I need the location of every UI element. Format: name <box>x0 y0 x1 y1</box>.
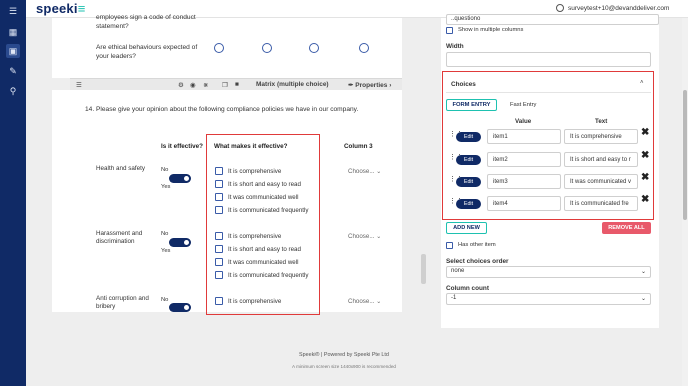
choices-order-select[interactable]: none ⌄ <box>446 266 651 278</box>
toggle-yes-label: Yes <box>161 248 171 254</box>
logic-icon[interactable]: ⋇ <box>203 81 208 89</box>
select-value: Choose... <box>348 168 375 175</box>
has-other-item-label: Has other item <box>458 242 496 248</box>
question-type-label[interactable]: Matrix (multiple choice) <box>256 81 329 88</box>
question-toolbar: ☰ ⚙ ◉ ⋇ ❐ ■ Matrix (multiple choice) ✒ P… <box>70 78 402 90</box>
user-icon <box>556 4 564 12</box>
properties-button[interactable]: ✒ Properties › <box>348 81 391 89</box>
copy-icon[interactable]: ❐ <box>222 81 228 89</box>
radio-option[interactable] <box>359 43 369 53</box>
footer-copyright: Speeki® | Powered by Speeki Pte Ltd <box>299 352 389 358</box>
radio-option[interactable] <box>214 43 224 53</box>
logo-text: speeki <box>36 1 78 16</box>
width-label: Width <box>446 43 464 50</box>
highlight-outline <box>442 71 654 220</box>
chevron-down-icon: ⌄ <box>376 233 382 240</box>
column-count-value: -1 <box>451 295 457 301</box>
user-menu[interactable]: surveytest+10@devanddeliver.com <box>556 4 669 12</box>
edit-icon[interactable]: ✎ <box>6 64 20 78</box>
toggle-yes-label: Yes <box>161 184 171 190</box>
question-number: 14. <box>85 106 95 113</box>
add-new-button[interactable]: ADD NEW <box>446 222 487 234</box>
toggle-no-label: No <box>161 297 169 303</box>
scrollbar-thumb[interactable] <box>683 90 687 220</box>
toggle-no-label: No <box>161 167 169 173</box>
previous-question-text: Are ethical behaviours expected of your … <box>96 44 198 60</box>
question-title: Please give your opinion about the follo… <box>96 106 359 113</box>
remove-all-button[interactable]: REMOVE ALL <box>602 222 651 234</box>
show-multiple-columns-checkbox[interactable] <box>446 27 453 34</box>
select-value: Choose... <box>348 298 375 305</box>
delete-icon[interactable]: ■ <box>235 81 239 88</box>
yes-no-toggle[interactable] <box>169 303 191 312</box>
visibility-icon[interactable]: ◉ <box>190 81 196 89</box>
highlight-outline <box>206 134 320 315</box>
footer-screen-notice: A minimum screen size 1440x900 is recomm… <box>292 364 396 369</box>
user-email: surveytest+10@devanddeliver.com <box>568 4 670 12</box>
app-logo[interactable]: speeki≡ <box>36 1 85 16</box>
yes-no-toggle[interactable] <box>169 174 191 183</box>
select-value: Choose... <box>348 233 375 240</box>
panel-resize-handle[interactable] <box>421 254 426 284</box>
drag-handle-icon[interactable]: ☰ <box>76 81 82 89</box>
radio-option[interactable] <box>262 43 272 53</box>
previous-question-tail: employees sign a code of conduct stateme… <box>96 14 196 30</box>
dashboard-icon[interactable]: ▦ <box>6 25 20 39</box>
has-other-item-checkbox[interactable] <box>446 242 453 249</box>
row-label: Health and safety <box>96 165 146 172</box>
column-header-3: Column 3 <box>344 143 373 150</box>
properties-label: Properties <box>355 82 388 89</box>
choices-order-value: none <box>451 268 465 274</box>
top-select[interactable]: ..questiono <box>446 14 659 25</box>
row-label: Anti corruption and bribery <box>96 295 149 310</box>
column-header-effective: Is it effective? <box>161 143 203 150</box>
top-select-value: ..questiono <box>451 16 481 22</box>
chevron-down-icon: ⌄ <box>376 168 382 175</box>
toggle-no-label: No <box>161 231 169 237</box>
width-input[interactable] <box>446 52 651 67</box>
column3-select[interactable]: Choose... ⌄ <box>348 168 381 175</box>
radio-option[interactable] <box>309 43 319 53</box>
settings-icon[interactable]: ⚙ <box>178 81 184 89</box>
show-multiple-columns-label: Show in multiple columns <box>458 27 524 33</box>
yes-no-toggle[interactable] <box>169 238 191 247</box>
chevron-down-icon: ⌄ <box>640 269 646 275</box>
logo-mark-icon: ≡ <box>77 1 86 16</box>
choices-order-label: Select choices order <box>446 258 509 265</box>
column3-select[interactable]: Choose... ⌄ <box>348 233 381 240</box>
left-nav: ☰ ▦ ▣ ✎ ⚲ <box>0 0 26 386</box>
surveys-icon[interactable]: ▣ <box>6 44 20 58</box>
row-label: Harassment and discrimination <box>96 230 143 245</box>
menu-icon[interactable]: ☰ <box>6 4 20 18</box>
chevron-down-icon: ⌄ <box>376 298 382 305</box>
chevron-down-icon: ⌄ <box>640 296 646 302</box>
column3-select[interactable]: Choose... ⌄ <box>348 298 381 305</box>
search-icon[interactable]: ⚲ <box>6 84 20 98</box>
column-count-label: Column count <box>446 285 489 292</box>
column-count-select[interactable]: -1 ⌄ <box>446 293 651 305</box>
app-root: ☰ ▦ ▣ ✎ ⚲ speeki≡ surveytest+10@devandde… <box>0 0 688 386</box>
